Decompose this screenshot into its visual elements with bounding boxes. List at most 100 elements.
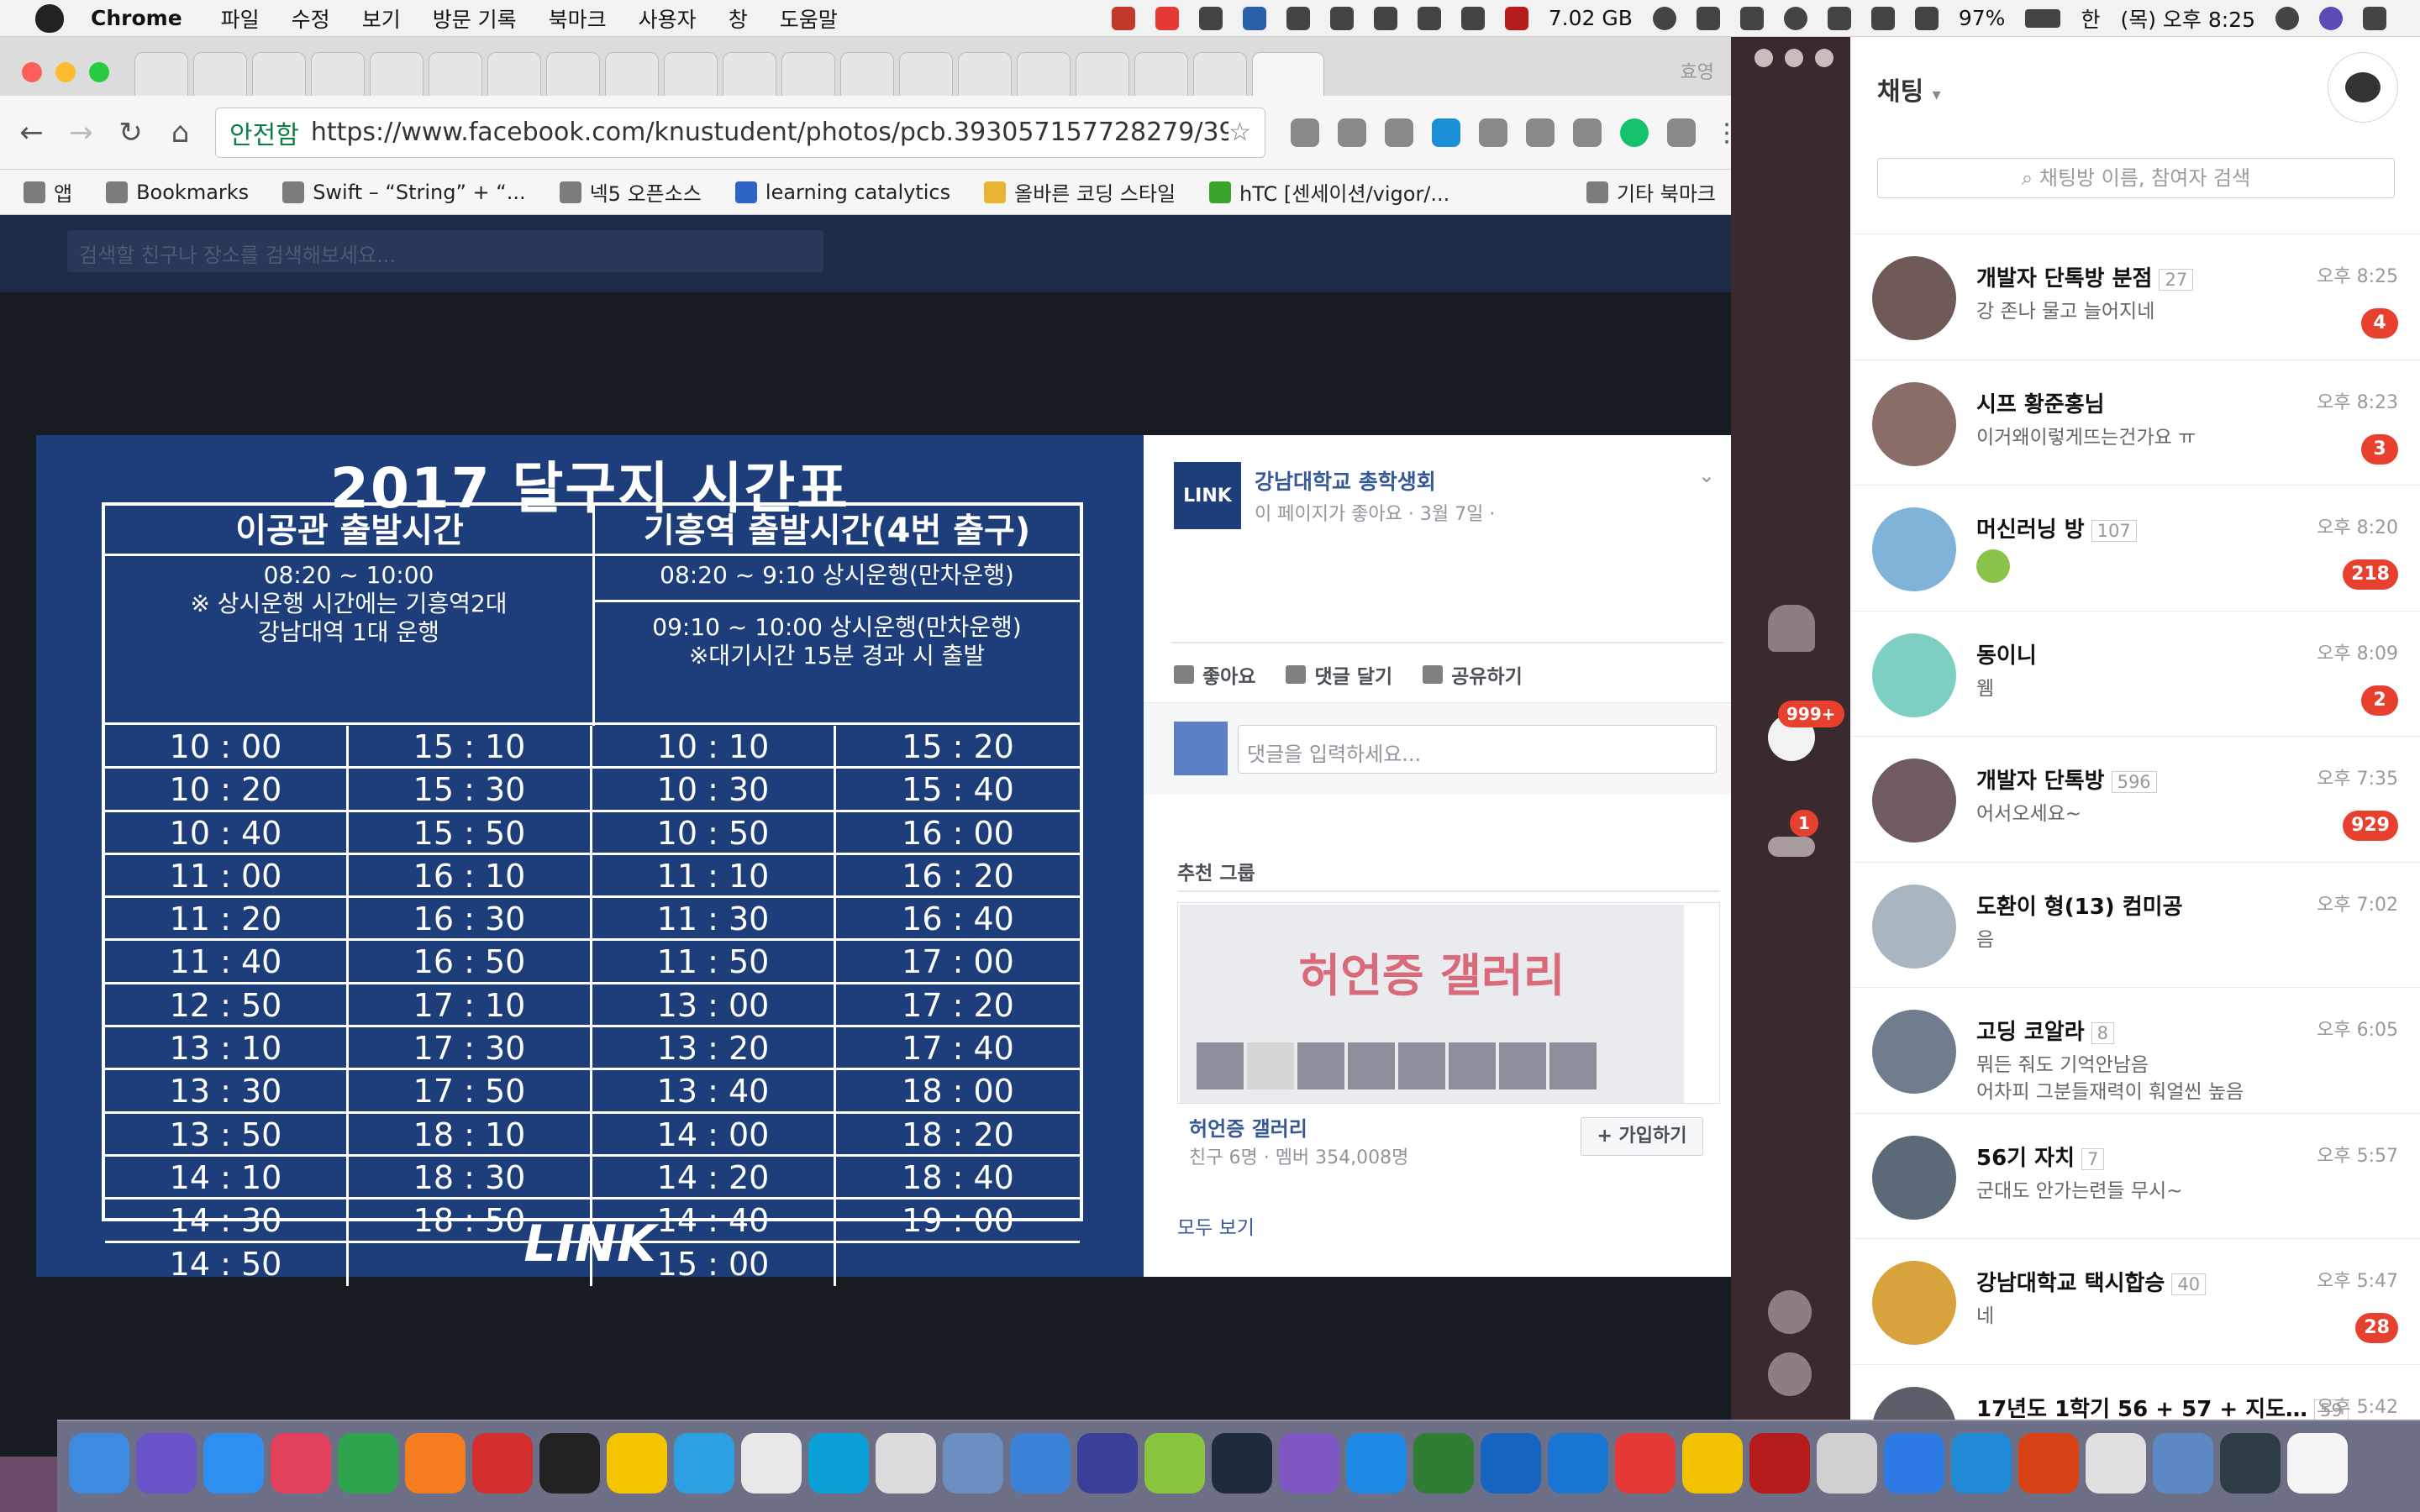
pycharm-icon[interactable] [1212,1433,1272,1494]
bookmark-star-icon[interactable]: ☆ [1228,118,1251,147]
siri-icon[interactable] [136,1433,197,1494]
powerpoint-icon[interactable] [2018,1433,2079,1494]
finder-app-icon[interactable] [1481,1433,1541,1494]
address-bar[interactable]: 안전함 https://www.facebook.com/knustudent/… [215,107,1265,158]
textedit-icon[interactable] [2086,1433,2146,1494]
grammarly-extension-icon[interactable] [1620,118,1649,147]
menu-edit[interactable]: 수정 [292,3,330,34]
time-machine-icon[interactable] [1783,6,1807,30]
browser-tab[interactable] [664,52,718,96]
docker-icon[interactable] [1417,6,1441,30]
airplay-icon[interactable] [1914,6,1939,30]
browser-tab[interactable] [311,52,365,96]
forward-button[interactable]: → [56,116,106,150]
minimize-window-button[interactable] [1785,49,1803,67]
teamviewer-icon[interactable] [1884,1433,1944,1494]
parallels-icon[interactable] [1615,1433,1676,1494]
chat-list-item[interactable]: 56기 자치 7 군대도 안가는련들 무시~ 오후 5:57 [1850,1112,2420,1239]
photos-icon[interactable] [2153,1433,2213,1494]
evernote-icon[interactable] [1413,1433,1474,1494]
page-avatar[interactable]: LINK [1174,462,1241,529]
browser-tab[interactable] [723,52,776,96]
zoom-window-button[interactable] [89,62,109,82]
circle-icon[interactable] [1652,6,1676,30]
settings-gear-icon[interactable] [1768,1352,1812,1396]
screen-recorder-icon[interactable] [2220,1433,2281,1494]
page-name-link[interactable]: 강남대학교 총학생회 [1255,465,1436,496]
skype-extension-icon[interactable] [1432,118,1460,147]
back-button[interactable]: ← [7,116,56,150]
spotlight-icon[interactable] [2275,6,2299,30]
browser-tab[interactable] [252,52,306,96]
wifi-icon[interactable] [1870,6,1895,30]
pause-icon[interactable] [1155,6,1179,30]
browser-tab[interactable] [1076,52,1129,96]
vpn-icon[interactable] [1329,6,1354,30]
chat-list-item[interactable]: 시프 황준홍님 이거왜이렇게뜨는건가요 ㅠ 오후 8:23 3 [1850,359,2420,486]
new-chat-button[interactable] [2328,52,2398,123]
battery-icon[interactable] [2025,8,2061,28]
siri-icon[interactable] [2319,6,2343,30]
browser-tab[interactable] [958,52,1012,96]
kakaotalk-icon[interactable] [607,1433,667,1494]
terminal-icon[interactable] [539,1433,600,1494]
browser-tab[interactable] [840,52,894,96]
zoom-window-button[interactable] [1815,49,1833,67]
g-icon[interactable] [1739,6,1764,30]
bookmark-item[interactable]: hTC [센세이션/vigor/... [1209,177,1449,207]
close-window-button[interactable] [1754,49,1773,67]
browser-tab[interactable] [899,52,953,96]
filezilla-icon[interactable] [1749,1433,1810,1494]
extension-icon[interactable] [1526,118,1555,147]
browser-tab[interactable] [546,52,600,96]
android-studio-icon[interactable] [1144,1433,1205,1494]
trash-icon[interactable] [2287,1433,2348,1494]
menu-view[interactable]: 보기 [362,3,401,34]
bookmark-item[interactable]: Bookmarks [106,181,249,204]
app-menu[interactable]: Chrome [91,6,182,30]
chat-panel-title[interactable]: 채팅 ▾ [1877,71,1941,108]
hat-icon[interactable] [1373,6,1397,30]
stats-icon[interactable] [1504,6,1528,30]
vnc-icon[interactable] [1817,1433,1877,1494]
itunes-icon[interactable] [271,1433,331,1494]
chat-list-item[interactable]: 고딩 코알라 8 뭐든 줘도 기억안남음 어차피 그분들재력이 훠얼씬 높음 오후 6… [1850,987,2420,1113]
menu-bookmarks[interactable]: 북마크 [549,3,607,34]
bookmark-item[interactable]: learning catalytics [734,181,950,204]
cyberduck-icon[interactable] [1682,1433,1743,1494]
eclipse-icon[interactable] [1010,1433,1071,1494]
chat-search-input[interactable]: ⌕ 채팅방 이름, 참여자 검색 [1877,158,2395,198]
chat-list-item[interactable]: 개발자 단톡방 596 어서오세요~ 오후 7:35 929 [1850,736,2420,862]
info-icon[interactable] [1286,6,1310,30]
bluetooth-icon[interactable] [1827,6,1851,30]
app-icon[interactable] [1951,1433,2012,1494]
browser-tab[interactable] [193,52,247,96]
chat-list-item[interactable]: 머신러닝 방 107 오후 8:20 218 [1850,485,2420,611]
minimize-window-button[interactable] [55,62,76,82]
group-name-link[interactable]: 허언증 갤러리 [1189,1112,1307,1142]
telegram-icon[interactable] [674,1433,734,1494]
home-button[interactable]: ⌂ [155,116,205,150]
finder-icon[interactable] [69,1433,129,1494]
ebay-extension-icon[interactable] [1573,118,1602,147]
browser-tab[interactable] [781,52,835,96]
join-group-button[interactable]: + 가입하기 [1581,1117,1703,1156]
reload-button[interactable]: ↻ [106,116,155,150]
vs-code-icon[interactable] [1279,1433,1339,1494]
see-all-link[interactable]: 모두 보기 [1177,1211,1255,1240]
facebook-search-input[interactable]: 검색할 친구나 장소를 검색해보세요... [67,230,823,272]
chat-list-item[interactable]: 도환이 형(13) 컴미공 음 오후 7:02 [1850,861,2420,988]
chat-list-item[interactable]: 강남대학교 택시합승 40 네 오후 5:47 28 [1850,1238,2420,1364]
visual-studio-icon[interactable] [1077,1433,1138,1494]
evernote-extension-icon[interactable] [1338,118,1366,147]
group-cover-image[interactable]: 허언증 갤러리 [1180,905,1684,1103]
more-icon[interactable] [1768,837,1815,857]
memory-usage[interactable]: 7.02 GB [1549,6,1633,30]
cookie-extension-icon[interactable] [1479,118,1507,147]
task-icon[interactable] [1198,6,1223,30]
lightbox-photo[interactable]: 2017 달구지 시간표 이공관 출발시간 기흥역 출발시간(4번 출구) 08… [36,435,1144,1286]
safari-icon[interactable] [203,1433,264,1494]
clock[interactable]: (목) 오후 8:25 [2120,3,2255,34]
bookmark-apps[interactable]: 앱 [24,177,72,207]
status-app-icon[interactable] [1111,6,1135,30]
